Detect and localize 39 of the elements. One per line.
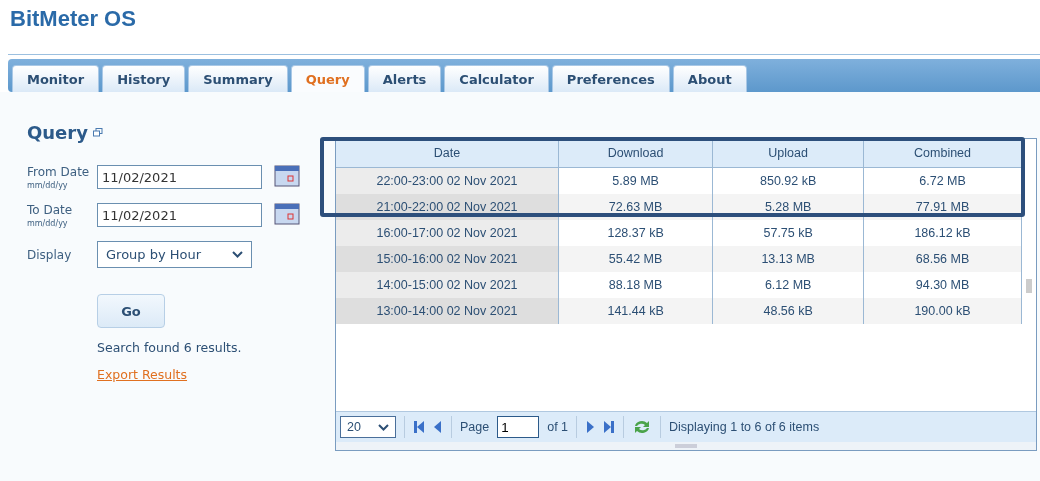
table-cell: 68.56 MB	[863, 246, 1022, 272]
table-cell: 190.00 kB	[863, 298, 1022, 324]
table-cell: 15:00-16:00 02 Nov 2021	[336, 246, 559, 272]
date-format-hint: mm/dd/yy	[27, 180, 69, 192]
paging-status: Displaying 1 to 6 of 6 items	[669, 420, 820, 434]
nav-tab[interactable]: Summary	[188, 65, 288, 92]
page-count: of 1	[547, 420, 569, 434]
table-cell: 13.13 MB	[712, 246, 864, 272]
nav-tab[interactable]: Alerts	[367, 65, 442, 92]
column-header[interactable]: Date	[336, 139, 559, 168]
page-label: Page	[460, 420, 490, 434]
page-number-field[interactable]: 1	[497, 416, 540, 438]
page-size-dropdown[interactable]: 20	[340, 416, 396, 438]
column-header[interactable]: Download	[558, 139, 713, 168]
display-dropdown[interactable]: Group by Hour	[97, 241, 252, 268]
column-header[interactable]: Combined	[863, 139, 1022, 168]
app-title: BitMeter OS	[9, 5, 137, 33]
go-button[interactable]: Go	[97, 294, 165, 328]
nav-tab[interactable]: Preferences	[551, 65, 670, 92]
result-message: Search found 6 results.	[97, 340, 243, 355]
field-label: From Date	[27, 165, 90, 179]
nav-tab[interactable]: Calculator	[444, 65, 549, 92]
table-cell: 16:00-17:00 02 Nov 2021	[336, 220, 559, 246]
date-format-hint: mm/dd/yy	[27, 218, 69, 230]
column-header[interactable]: Upload	[712, 139, 864, 168]
nav-tab[interactable]: About	[672, 65, 747, 92]
to-date-field[interactable]: 11/02/2021	[97, 203, 262, 227]
table-cell: 22:00-23:00 02 Nov 2021	[336, 167, 559, 194]
table-cell: 55.42 MB	[558, 246, 713, 272]
field-label: Display	[27, 247, 73, 262]
table-cell: 141.44 kB	[558, 298, 713, 324]
from-date-field[interactable]: 11/02/2021	[97, 165, 262, 189]
table-cell: 13:00-14:00 02 Nov 2021	[336, 298, 559, 324]
field-label: To Date	[27, 203, 73, 217]
nav-tab[interactable]: History	[102, 65, 186, 92]
nav-tab[interactable]: Monitor	[12, 65, 100, 92]
table-cell: 14:00-15:00 02 Nov 2021	[336, 272, 559, 298]
page-heading: Query	[27, 122, 88, 143]
table-cell: 48.56 kB	[712, 298, 864, 324]
